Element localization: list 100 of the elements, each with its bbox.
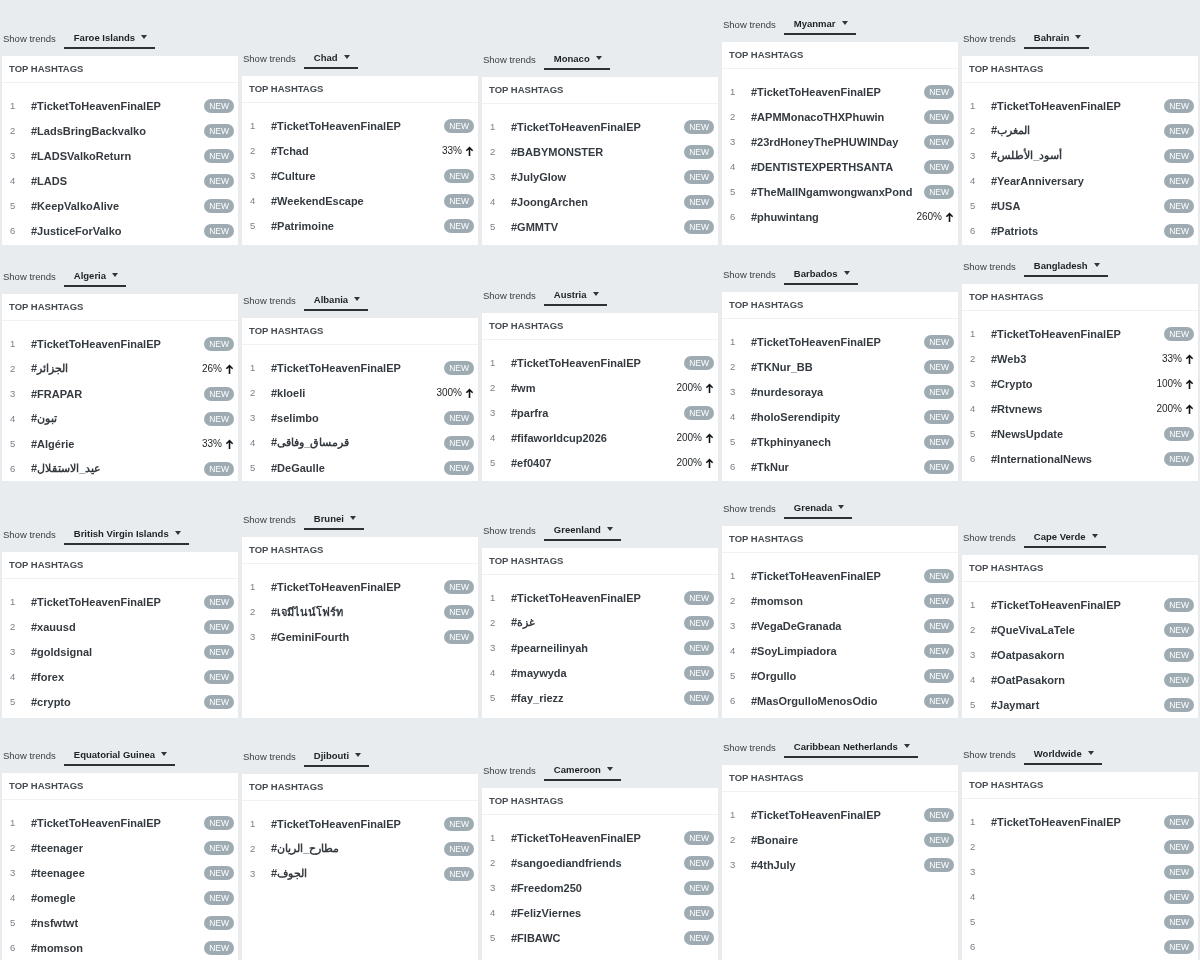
country-dropdown[interactable]: Greenland: [543, 519, 621, 541]
hashtag-link[interactable]: #TicketToHeavenFinalEP: [511, 356, 641, 369]
hashtag-link[interactable]: #Culture: [271, 169, 316, 182]
hashtag-link[interactable]: #الجزائر: [31, 362, 69, 375]
hashtag-link[interactable]: #TicketToHeavenFinalEP: [991, 99, 1121, 112]
hashtag-link[interactable]: #Jaymart: [991, 698, 1040, 711]
hashtag-link[interactable]: #مطارح_الريان: [271, 842, 340, 855]
hashtag-link[interactable]: #parfra: [511, 406, 549, 419]
hashtag-link[interactable]: #WeekendEscape: [271, 194, 364, 207]
hashtag-link[interactable]: #xauusd: [31, 620, 76, 633]
hashtag-link[interactable]: #عيد_الاستقلال: [31, 462, 102, 475]
country-dropdown[interactable]: Cameroon: [543, 759, 621, 781]
country-dropdown[interactable]: Barbados: [783, 263, 858, 285]
hashtag-link[interactable]: #أسود_الأطلس: [991, 149, 1063, 162]
hashtag-link[interactable]: #TicketToHeavenFinalEP: [31, 337, 161, 350]
hashtag-link[interactable]: #forex: [31, 670, 65, 683]
hashtag-link[interactable]: #kloeli: [271, 386, 306, 399]
hashtag-link[interactable]: #LADSValkoReturn: [31, 149, 132, 162]
country-dropdown[interactable]: Algeria: [63, 265, 127, 287]
hashtag-link[interactable]: #momson: [751, 594, 803, 607]
hashtag-link[interactable]: #TicketToHeavenFinalEP: [751, 808, 881, 821]
hashtag-link[interactable]: #Crypto: [991, 377, 1033, 390]
country-dropdown[interactable]: Worldwide: [1023, 743, 1102, 765]
hashtag-link[interactable]: #nurdesoraya: [751, 385, 824, 398]
country-dropdown[interactable]: Grenada: [783, 497, 853, 519]
hashtag-link[interactable]: #TKNur_BB: [751, 360, 813, 373]
hashtag-link[interactable]: #VegaDeGranada: [751, 619, 842, 632]
hashtag-link[interactable]: #YearAnniversary: [991, 174, 1084, 187]
hashtag-link[interactable]: #TicketToHeavenFinalEP: [751, 569, 881, 582]
hashtag-link[interactable]: #Patrimoine: [271, 219, 334, 232]
hashtag-link[interactable]: #selimbo: [271, 411, 319, 424]
hashtag-link[interactable]: #المغرب: [991, 124, 1031, 137]
country-dropdown[interactable]: Albania: [303, 289, 369, 311]
hashtag-link[interactable]: #TicketToHeavenFinalEP: [511, 591, 641, 604]
hashtag-link[interactable]: #TicketToHeavenFinalEP: [751, 335, 881, 348]
hashtag-link[interactable]: #FRAPAR: [31, 387, 83, 400]
hashtag-link[interactable]: #goldsignal: [31, 645, 93, 658]
hashtag-link[interactable]: #TicketToHeavenFinalEP: [991, 815, 1121, 828]
hashtag-link[interactable]: #KeepValkoAlive: [31, 199, 120, 212]
hashtag-link[interactable]: #nsfwtwt: [31, 916, 79, 929]
hashtag-link[interactable]: #Web3: [991, 352, 1027, 365]
hashtag-link[interactable]: #DENTISTEXPERTHSANTA: [751, 160, 894, 173]
hashtag-link[interactable]: #fay_riezz: [511, 691, 564, 704]
hashtag-link[interactable]: #Tchad: [271, 144, 309, 157]
hashtag-link[interactable]: #TicketToHeavenFinalEP: [31, 595, 161, 608]
hashtag-link[interactable]: #TicketToHeavenFinalEP: [31, 816, 161, 829]
hashtag-link[interactable]: #BABYMONSTER: [511, 145, 604, 158]
hashtag-link[interactable]: #SoyLimpiadora: [751, 644, 837, 657]
hashtag-link[interactable]: #TheMallNgamwongwanxPond: [751, 185, 913, 198]
hashtag-link[interactable]: #Orgullo: [751, 669, 797, 682]
country-dropdown[interactable]: Equatorial Guinea: [63, 744, 176, 766]
country-dropdown[interactable]: Faroe Islands: [63, 27, 156, 49]
hashtag-link[interactable]: #GMMTV: [511, 220, 559, 233]
hashtag-link[interactable]: #TicketToHeavenFinalEP: [991, 327, 1121, 340]
hashtag-link[interactable]: #Algérie: [31, 437, 75, 450]
hashtag-link[interactable]: #TicketToHeavenFinalEP: [751, 85, 881, 98]
hashtag-link[interactable]: #FIBAWC: [511, 931, 561, 944]
hashtag-link[interactable]: #LADS: [31, 174, 68, 187]
hashtag-link[interactable]: #Freedom250: [511, 881, 582, 894]
country-dropdown[interactable]: Cape Verde: [1023, 526, 1106, 548]
country-dropdown[interactable]: Bahrain: [1023, 27, 1090, 49]
hashtag-link[interactable]: #23rdHoneyThePHUWINDay: [751, 135, 899, 148]
hashtag-link[interactable]: #phuwintang: [751, 210, 819, 223]
hashtag-link[interactable]: #JusticeForValko: [31, 224, 122, 237]
hashtag-link[interactable]: #DeGaulle: [271, 461, 325, 474]
hashtag-link[interactable]: #wm: [511, 381, 536, 394]
country-dropdown[interactable]: Caribbean Netherlands: [783, 736, 918, 758]
hashtag-link[interactable]: #قرمساق_وفاقى: [271, 436, 350, 449]
country-dropdown[interactable]: Djibouti: [303, 745, 370, 767]
country-dropdown[interactable]: Myanmar: [783, 13, 856, 35]
hashtag-link[interactable]: #Bonaire: [751, 833, 799, 846]
country-dropdown[interactable]: Monaco: [543, 48, 610, 70]
hashtag-link[interactable]: #TkNur: [751, 460, 789, 473]
country-dropdown[interactable]: British Virgin Islands: [63, 523, 189, 545]
hashtag-link[interactable]: #4thJuly: [751, 858, 796, 871]
hashtag-link[interactable]: #MasOrgulloMenosOdio: [751, 694, 878, 707]
hashtag-link[interactable]: #maywyda: [511, 666, 567, 679]
hashtag-link[interactable]: #momson: [31, 941, 83, 954]
country-dropdown[interactable]: Austria: [543, 284, 607, 306]
hashtag-link[interactable]: #TicketToHeavenFinalEP: [271, 119, 401, 132]
hashtag-link[interactable]: #TicketToHeavenFinalEP: [271, 361, 401, 374]
hashtag-link[interactable]: #OatPasakorn: [991, 673, 1065, 686]
hashtag-link[interactable]: #تبون: [31, 412, 58, 425]
hashtag-link[interactable]: #crypto: [31, 695, 71, 708]
hashtag-link[interactable]: #teenagee: [31, 866, 85, 879]
country-dropdown[interactable]: Chad: [303, 47, 358, 69]
hashtag-link[interactable]: #غزة: [511, 616, 536, 629]
hashtag-link[interactable]: #GeminiFourth: [271, 630, 350, 643]
hashtag-link[interactable]: #FelizViernes: [511, 906, 582, 919]
hashtag-link[interactable]: #TicketToHeavenFinalEP: [511, 831, 641, 844]
hashtag-link[interactable]: #TicketToHeavenFinalEP: [511, 120, 641, 133]
hashtag-link[interactable]: #TicketToHeavenFinalEP: [31, 99, 161, 112]
hashtag-link[interactable]: #TicketToHeavenFinalEP: [991, 598, 1121, 611]
hashtag-link[interactable]: #Rtvnews: [991, 402, 1043, 415]
hashtag-link[interactable]: #TicketToHeavenFinalEP: [271, 580, 401, 593]
hashtag-link[interactable]: #teenager: [31, 841, 83, 854]
hashtag-link[interactable]: #InternationalNews: [991, 452, 1092, 465]
hashtag-link[interactable]: #ef0407: [511, 456, 552, 469]
hashtag-link[interactable]: #Oatpasakorn: [991, 648, 1065, 661]
hashtag-link[interactable]: #fifaworldcup2026: [511, 431, 607, 444]
